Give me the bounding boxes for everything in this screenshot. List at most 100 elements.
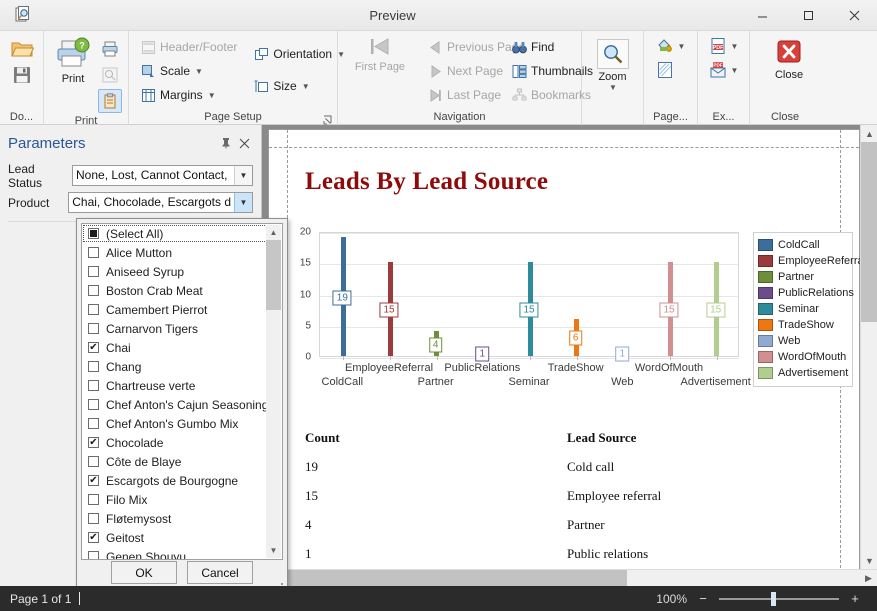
vertical-scroll-thumb[interactable] xyxy=(861,142,877,322)
checkbox[interactable] xyxy=(88,380,99,391)
checkbox[interactable] xyxy=(88,418,99,429)
list-item[interactable]: Genen Shouyu xyxy=(82,547,282,560)
quick-print-button[interactable] xyxy=(98,37,122,61)
checkbox[interactable]: ✔ xyxy=(88,342,99,353)
zoom-slider-thumb[interactable] xyxy=(771,592,776,606)
list-item[interactable]: (Select All) xyxy=(82,224,282,243)
checkbox[interactable] xyxy=(88,323,99,334)
document-vertical-scrollbar[interactable]: ▲ ▼ xyxy=(860,125,877,569)
checkbox[interactable] xyxy=(88,456,99,467)
print-preview-button[interactable] xyxy=(98,63,122,87)
ok-button[interactable]: OK xyxy=(111,561,177,584)
close-icon[interactable] xyxy=(235,134,253,152)
scroll-right-arrow-icon[interactable]: ▶ xyxy=(860,570,877,587)
checkbox[interactable] xyxy=(88,361,99,372)
find-button[interactable]: Find xyxy=(506,36,588,58)
zoom-in-button[interactable]: + xyxy=(849,591,861,606)
parameter-row-product: Product Chai, Chocolade, Escargots d ▼ xyxy=(0,190,261,215)
list-item[interactable]: Filo Mix xyxy=(82,490,282,509)
print-button[interactable]: ? Print xyxy=(50,35,96,85)
horizontal-scroll-thumb[interactable] xyxy=(284,570,627,587)
checkbox[interactable] xyxy=(88,285,99,296)
list-scroll-thumb[interactable] xyxy=(266,240,281,310)
list-item[interactable]: Camembert Pierrot xyxy=(82,300,282,319)
close-button[interactable] xyxy=(831,0,877,30)
watermark-button[interactable] xyxy=(656,61,686,79)
list-item[interactable]: ✔Escargots de Bourgogne xyxy=(82,471,282,490)
first-page-button[interactable]: First Page xyxy=(344,33,416,73)
checkbox[interactable] xyxy=(88,513,99,524)
cancel-button[interactable]: Cancel xyxy=(187,561,253,584)
orientation-button[interactable]: Orientation ▼ xyxy=(248,43,338,65)
clipboard-button[interactable] xyxy=(98,89,122,113)
product-checked-listbox[interactable]: (Select All) Alice Mutton Aniseed SyrupBos… xyxy=(81,223,283,560)
list-item[interactable]: Aniseed Syrup xyxy=(82,262,282,281)
close-preview-button[interactable]: Close xyxy=(762,37,816,81)
list-item[interactable]: ✔Geitost xyxy=(82,528,282,547)
thumbnails-button[interactable]: Thumbnails xyxy=(506,60,588,82)
checkbox[interactable] xyxy=(88,266,99,277)
send-as-pdf-button[interactable]: PDF ▼ xyxy=(709,61,739,79)
page-color-button[interactable]: ▼ xyxy=(656,37,686,55)
last-page-button[interactable]: Last Page xyxy=(422,84,500,106)
list-item[interactable]: Alice Mutton xyxy=(82,243,282,262)
scroll-up-arrow-icon[interactable]: ▲ xyxy=(861,125,877,142)
legend-item: WordOfMouth xyxy=(758,349,848,365)
document-preview-area[interactable]: Leads By Lead Source 05101520 ColdCallEm… xyxy=(262,125,877,586)
zoom-slider[interactable] xyxy=(719,598,839,600)
bookmarks-button[interactable]: Bookmarks xyxy=(506,84,588,106)
checkbox[interactable] xyxy=(88,399,99,410)
size-button[interactable]: Size ▼ xyxy=(248,75,338,97)
checkbox[interactable] xyxy=(88,247,99,258)
find-label: Find xyxy=(531,40,554,54)
report-page: Leads By Lead Source 05101520 ColdCallEm… xyxy=(268,129,860,586)
save-button[interactable] xyxy=(10,65,34,85)
checkbox[interactable]: ✔ xyxy=(88,475,99,486)
list-item[interactable]: Chef Anton's Cajun Seasoning xyxy=(82,395,282,414)
checkbox[interactable]: ✔ xyxy=(88,532,99,543)
lead-status-input[interactable]: None, Lost, Cannot Contact, ▼ xyxy=(72,165,253,186)
scroll-down-arrow-icon[interactable]: ▼ xyxy=(861,552,877,569)
zoom-button[interactable]: Zoom ▼ xyxy=(588,37,637,92)
list-scroll-down-arrow-icon[interactable]: ▼ xyxy=(266,543,281,558)
checkbox[interactable] xyxy=(88,551,99,560)
list-item[interactable]: Chef Anton's Gumbo Mix xyxy=(82,414,282,433)
maximize-button[interactable] xyxy=(785,0,831,30)
checkbox[interactable] xyxy=(88,228,99,239)
pin-icon[interactable] xyxy=(217,134,235,152)
list-item[interactable]: Carnarvon Tigers xyxy=(82,319,282,338)
legend-label: WordOfMouth xyxy=(778,351,846,363)
list-item[interactable]: Chang xyxy=(82,357,282,376)
cell-count: 19 xyxy=(305,459,567,475)
chart-y-tick-label: 0 xyxy=(291,352,311,363)
list-item[interactable]: ✔Chai xyxy=(82,338,282,357)
product-input[interactable]: Chai, Chocolade, Escargots d ▼ xyxy=(68,192,253,213)
next-page-button[interactable]: Next Page xyxy=(422,60,500,82)
open-button[interactable] xyxy=(10,39,34,59)
margins-button[interactable]: Margins ▼ xyxy=(135,84,242,106)
header-footer-button[interactable]: Header/Footer xyxy=(135,36,242,58)
document-horizontal-scrollbar[interactable]: ▶ xyxy=(262,569,877,586)
checkbox[interactable] xyxy=(88,494,99,505)
dialog-launcher-icon[interactable] xyxy=(323,114,333,124)
list-item[interactable]: Chartreuse verte xyxy=(82,376,282,395)
minimize-button[interactable] xyxy=(739,0,785,30)
checkbox[interactable] xyxy=(88,304,99,315)
legend-color-swatch xyxy=(758,255,773,267)
list-item[interactable]: Boston Crab Meat xyxy=(82,281,282,300)
list-item[interactable]: ✔Chocolade xyxy=(82,433,282,452)
previous-page-button[interactable]: Previous Page xyxy=(422,36,500,58)
list-item[interactable]: Fløtemysost xyxy=(82,509,282,528)
scale-button[interactable]: Scale ▼ xyxy=(135,60,242,82)
checkbox[interactable]: ✔ xyxy=(88,437,99,448)
zoom-out-button[interactable]: − xyxy=(697,591,709,606)
lead-status-dropdown-arrow-icon[interactable]: ▼ xyxy=(234,166,252,185)
export-to-pdf-button[interactable]: PDF ▼ xyxy=(709,37,739,55)
list-scroll-up-arrow-icon[interactable]: ▲ xyxy=(266,225,281,240)
listbox-scrollbar[interactable]: ▲ ▼ xyxy=(266,225,281,558)
list-item-label: Alice Mutton xyxy=(106,246,172,260)
report-title: Leads By Lead Source xyxy=(305,168,548,196)
legend-label: TradeShow xyxy=(778,319,834,331)
product-dropdown-arrow-icon[interactable]: ▼ xyxy=(234,193,252,212)
list-item[interactable]: Côte de Blaye xyxy=(82,452,282,471)
